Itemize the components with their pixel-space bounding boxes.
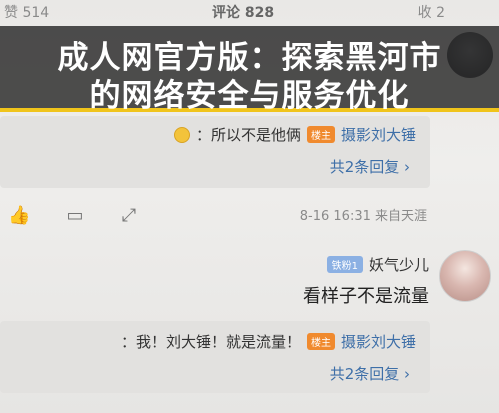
headline-banner: 成人网官方版：探索黑河市 的网络安全与服务优化 [0,26,499,114]
reply-line: ：所以不是他俩 楼主 摄影刘大锤 [173,124,416,145]
action-row: 👍 ▭ ⤢ 8-16 16:31 来自天涯 [0,200,499,230]
headline-line-2: 的网络安全与服务优化 [89,78,410,114]
reply-text: ：所以不是他俩 [195,126,301,144]
more-replies-link[interactable]: 共2条回复 › [330,363,410,384]
reply-text: ：我！刘大锤！就是流量！ [120,333,301,351]
comments-count: 评论 828 [212,5,275,21]
timestamp-source: 8-16 16:31 来自天涯 [299,209,427,224]
reply-line: ：我！刘大锤！就是流量！ 楼主 摄影刘大锤 [121,331,416,352]
emoji-icon [173,126,190,143]
reply-box: ：我！刘大锤！就是流量！ 楼主 摄影刘大锤 共2条回复 › [0,321,430,393]
reply-box: ：所以不是他俩 楼主 摄影刘大锤 共2条回复 › [0,116,430,188]
comment-user: 铁粉1 妖气少儿 [326,254,429,275]
reply-author-link[interactable]: 摄影刘大锤 [341,124,416,145]
screenshot: 赞 514 评论 828 收 2 成人网官方版：探索黑河市 的网络安全与服务优化… [0,0,499,413]
stats-row: 赞 514 评论 828 收 2 [0,0,499,28]
share-icon[interactable]: ⤢ [118,206,140,226]
favorites-count: 收 2 [417,5,445,21]
comment-text: 看样子不是流量 [303,286,429,307]
level-badge: 铁粉1 [326,256,363,273]
reply-author-link[interactable]: 摄影刘大锤 [341,331,416,352]
username-link[interactable]: 妖气少儿 [369,254,429,275]
host-badge: 楼主 [306,333,335,350]
like-icon[interactable]: 👍 [8,206,30,226]
more-replies-link[interactable]: 共2条回复 › [330,156,410,177]
host-badge: 楼主 [306,126,335,143]
avatar[interactable] [439,250,491,302]
likes-count: 赞 514 [4,5,50,21]
comment-icon[interactable]: ▭ [64,206,86,226]
